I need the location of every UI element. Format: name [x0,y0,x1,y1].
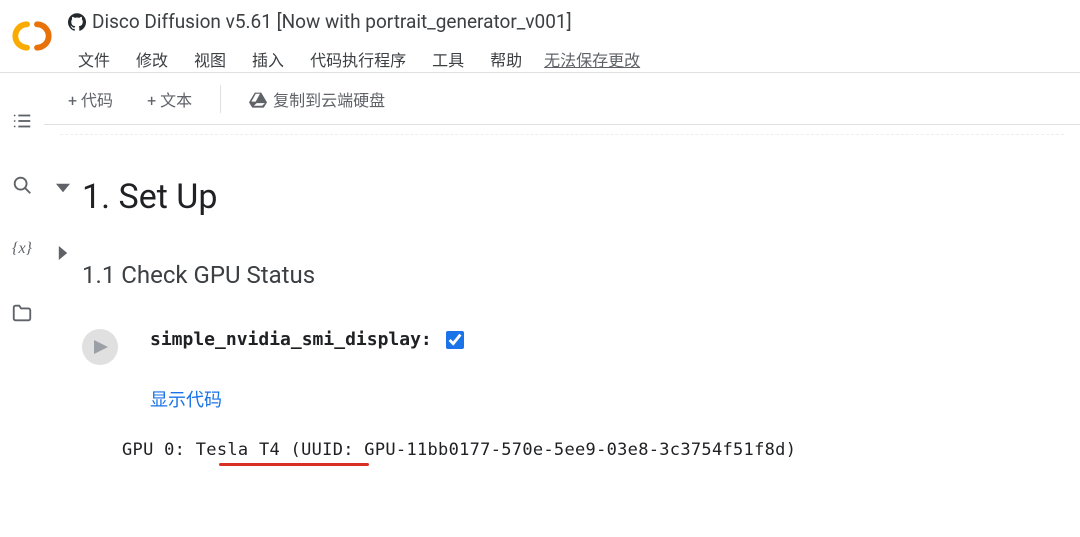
menu-runtime[interactable]: 代码执行程序 [300,43,416,75]
menu-help[interactable]: 帮助 [480,43,532,75]
notebook-area: 1. Set Up 1.1 Check GPU Status simple_nv… [44,125,1080,460]
form-bool-label: simple_nvidia_smi_display: [150,329,432,350]
files-icon[interactable] [10,301,34,325]
annotation-underline [219,463,369,466]
save-status[interactable]: 无法保存更改 [544,47,640,71]
show-code-link[interactable]: 显示代码 [150,386,222,412]
menu-tools[interactable]: 工具 [422,43,474,75]
search-icon[interactable] [10,173,34,197]
form-bool-row: simple_nvidia_smi_display: [150,329,464,350]
add-text-button[interactable]: + 文本 [135,81,204,117]
section-1-heading: 1. Set Up [82,177,217,217]
menu-file[interactable]: 文件 [68,43,120,75]
section-1-1-heading: 1.1 Check GPU Status [82,261,315,289]
cell-edge [60,129,1064,135]
copy-to-drive-label: 复制到云端硬盘 [273,87,385,111]
add-code-button[interactable]: + 代码 [56,81,125,117]
colab-logo-icon [12,16,52,56]
menu-insert[interactable]: 插入 [242,43,294,75]
drive-icon [249,90,267,108]
variables-icon[interactable]: {x} [10,237,34,261]
menu-edit[interactable]: 修改 [126,43,178,75]
form-cell: simple_nvidia_smi_display: 显示代码 [44,329,1080,412]
notebook-toolbar: + 代码 + 文本 复制到云端硬盘 [44,73,1080,125]
app-header: Disco Diffusion v5.61 [Now with portrait… [0,0,1080,73]
github-icon [68,13,86,31]
menu-view[interactable]: 视图 [184,43,236,75]
document-title[interactable]: Disco Diffusion v5.61 [Now with portrait… [92,10,572,33]
menu-bar: 文件 修改 视图 插入 代码执行程序 工具 帮助 无法保存更改 [68,43,1080,75]
section-caret-right-icon[interactable] [52,242,74,264]
gpu-output-line: GPU 0: Tesla T4 (UUID: GPU-11bb0177-570e… [122,440,796,460]
divider [220,85,221,113]
title-row: Disco Diffusion v5.61 [Now with portrait… [68,10,1080,33]
cell-output: GPU 0: Tesla T4 (UUID: GPU-11bb0177-570e… [44,440,1080,460]
section-caret-down-icon[interactable] [52,177,74,199]
form-bool-checkbox[interactable] [446,331,464,349]
toc-icon[interactable] [10,109,34,133]
copy-to-drive-button[interactable]: 复制到云端硬盘 [237,81,397,117]
left-sidebar: {x} [0,73,44,537]
run-cell-button[interactable] [82,329,118,365]
